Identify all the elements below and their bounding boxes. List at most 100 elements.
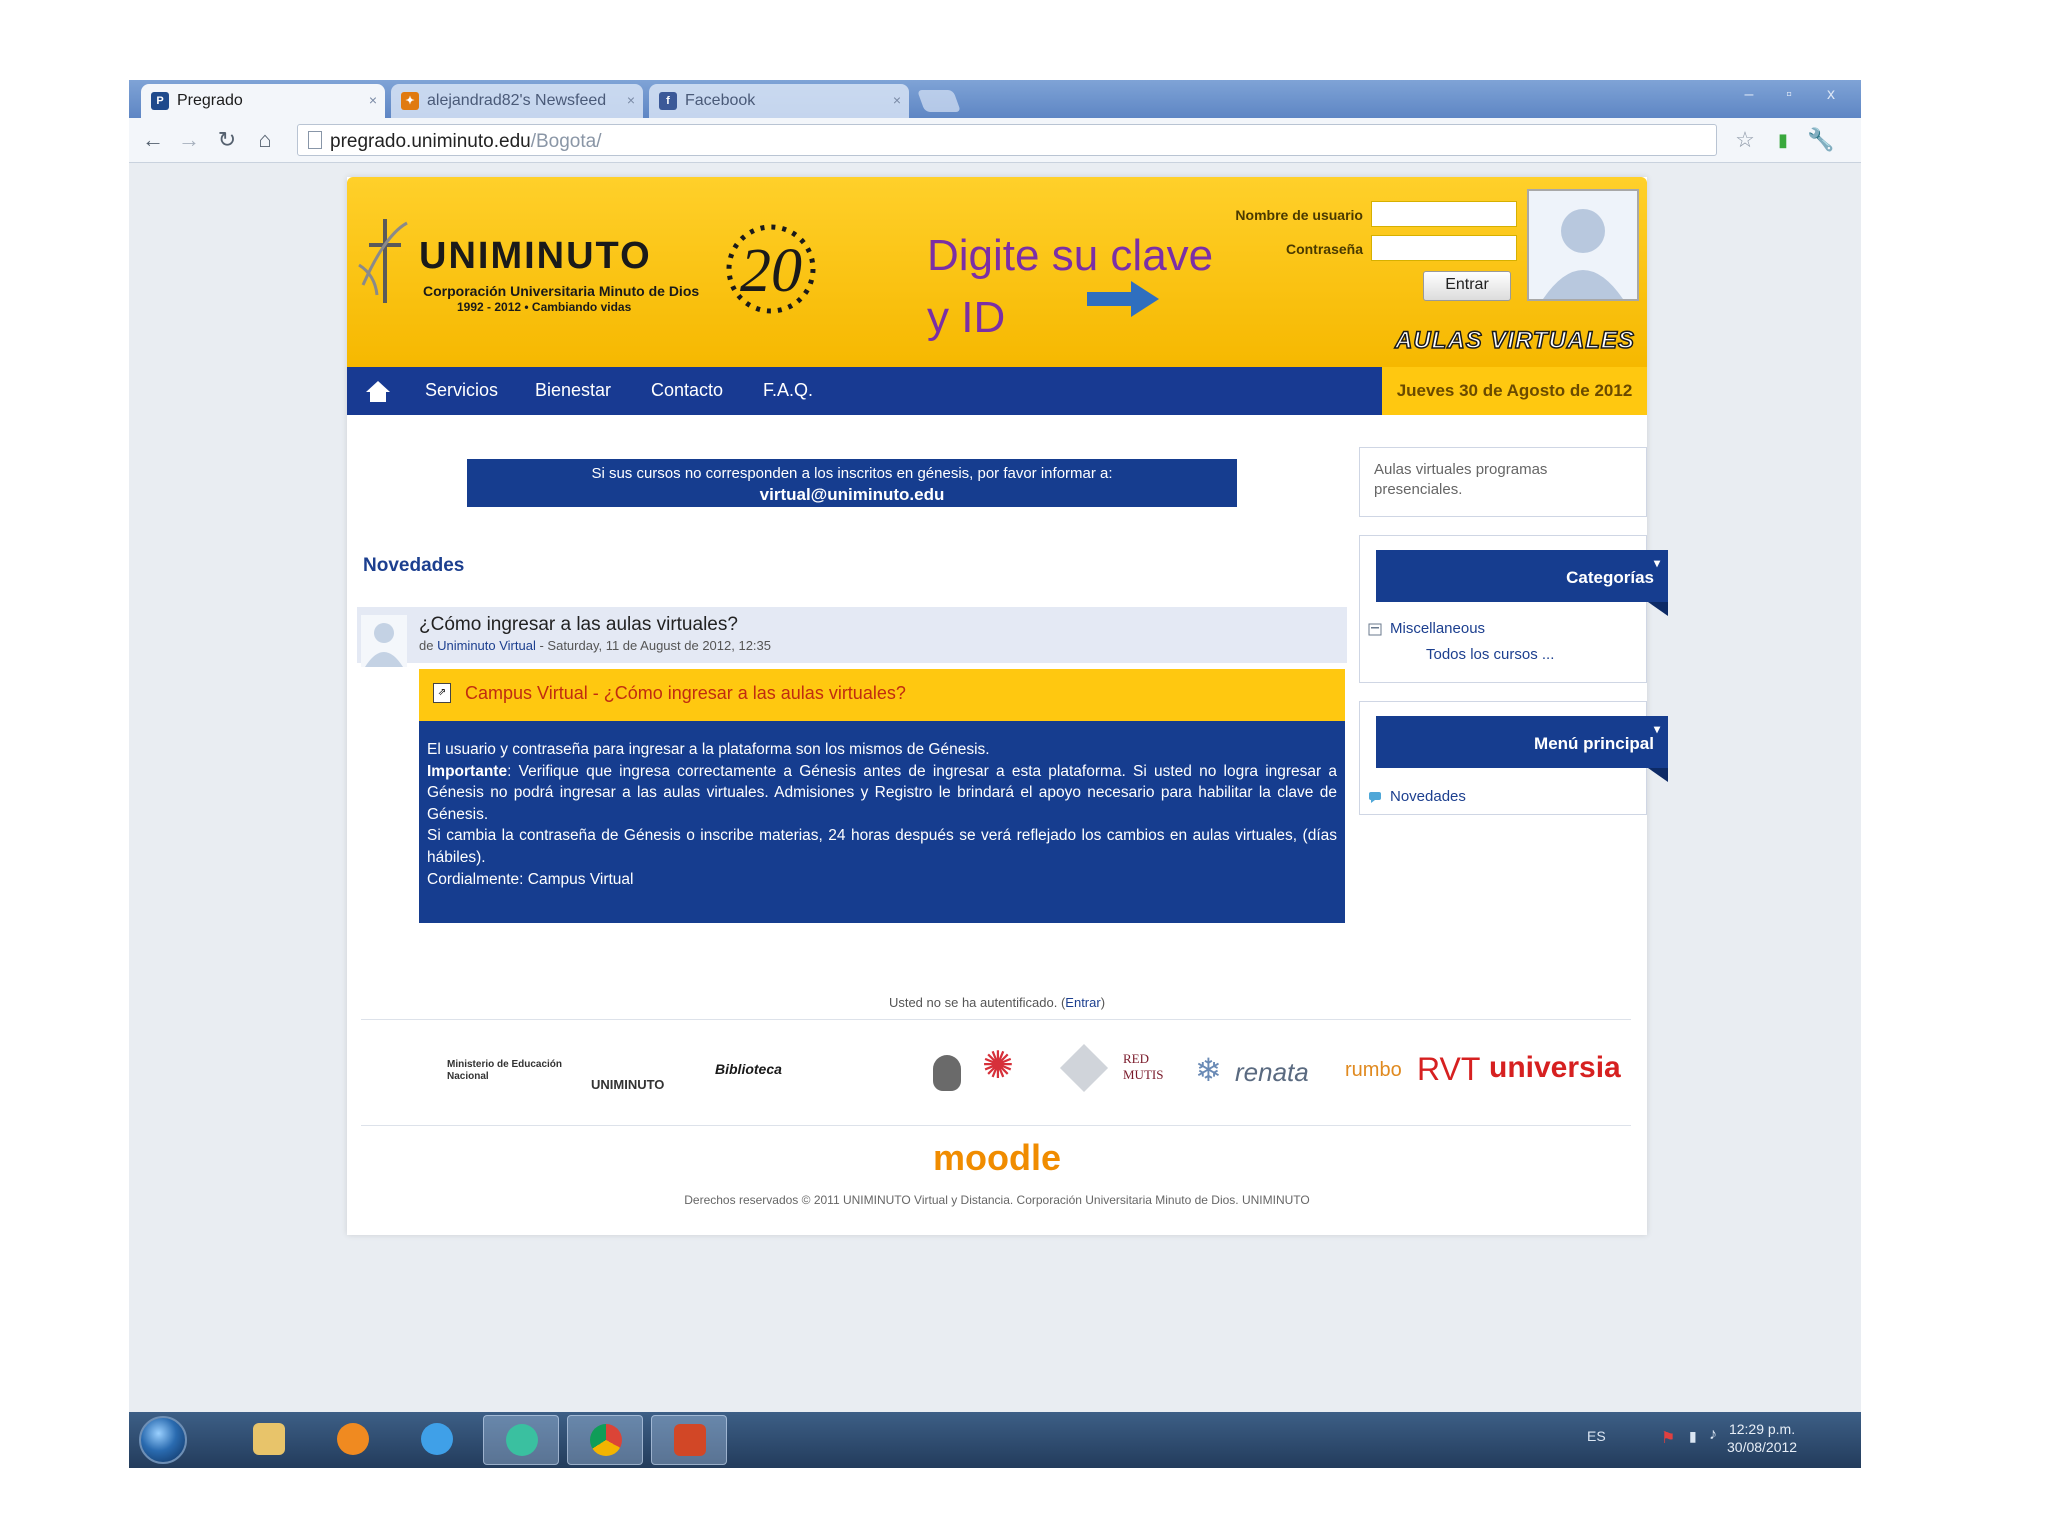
star-logo-icon[interactable]: ✺ (982, 1043, 1014, 1088)
collapse-caret-icon[interactable]: ▾ (1654, 556, 1660, 570)
nav-contacto[interactable]: Contacto (651, 380, 723, 401)
anniversary-20-logo: 20 (726, 224, 816, 314)
post-body: El usuario y contraseña para ingresar a … (419, 721, 1345, 923)
forward-arrow-icon[interactable]: → (175, 126, 203, 154)
main-menu-block: Menú principal ▾ Novedades (1359, 701, 1668, 815)
tab-label: Facebook (685, 92, 756, 109)
wrench-menu-icon[interactable]: 🔧 (1807, 126, 1835, 154)
notice-text: Si sus cursos no corresponden a los insc… (591, 465, 1113, 482)
close-window-button[interactable]: x (1811, 84, 1851, 108)
home-icon[interactable]: ⌂ (251, 126, 279, 154)
site-header: UNIMINUTO Corporación Universitaria Minu… (347, 177, 1647, 367)
new-tab-button[interactable] (916, 90, 962, 112)
powerpoint-icon (674, 1424, 706, 1456)
logo-biblioteca[interactable]: Biblioteca (715, 1061, 782, 1077)
aulas-virtuales-logo[interactable]: Aulas Virtuales (1394, 326, 1635, 355)
close-tab-icon[interactable]: × (369, 92, 377, 108)
nav-servicios[interactable]: Servicios (425, 380, 498, 401)
username-label: Nombre de usuario (1235, 207, 1363, 223)
folder-icon (1368, 623, 1382, 636)
tab-facebook[interactable]: f Facebook × (649, 84, 909, 118)
logo-rvt[interactable]: RVT (1417, 1051, 1480, 1088)
main-navigation: Servicios Bienestar Contacto F.A.Q. Juev… (347, 367, 1647, 415)
logo-tagline: 1992 - 2012 • Cambiando vidas (457, 300, 632, 314)
password-label: Contraseña (1285, 241, 1363, 257)
logo-subtitle: Corporación Universitaria Minuto de Dios (423, 283, 700, 299)
taskbar-powerpoint[interactable] (651, 1415, 727, 1465)
close-tab-icon[interactable]: × (627, 92, 635, 108)
all-courses-link[interactable]: Todos los cursos ... (1426, 646, 1554, 663)
logo-rumbo[interactable]: rumbo (1345, 1059, 1402, 1082)
notice-email-link[interactable]: virtual@uniminuto.edu (467, 484, 1237, 505)
annotation-text: Digite su clave y ID (927, 225, 1213, 349)
post-author-link[interactable]: Uniminuto Virtual (437, 638, 536, 653)
crest-logo-icon[interactable] (933, 1055, 961, 1091)
password-field[interactable] (1371, 235, 1517, 261)
uniminuto-wordmark: UNIMINUTO (419, 235, 652, 277)
taskbar-chrome[interactable] (567, 1415, 643, 1465)
post-paragraph: Importante: Verifique que ingresa correc… (427, 762, 1337, 823)
main-menu-header[interactable]: Menú principal ▾ (1376, 716, 1668, 782)
taskbar-explorer[interactable] (231, 1415, 307, 1465)
snowflake-logo-icon: ❄ (1195, 1052, 1222, 1088)
post-paragraph: El usuario y contraseña para ingresar a … (427, 741, 990, 758)
windows-taskbar: ES ⚑ ▮ ♪ 12:29 p.m. 30/08/2012 (129, 1412, 1861, 1468)
browser-toolbar: ← → ↻ ⌂ pregrado.uniminuto.edu/Bogota/ ☆… (129, 118, 1861, 163)
signal-extension-icon[interactable]: ▮ (1769, 126, 1797, 154)
language-indicator[interactable]: ES (1587, 1428, 1606, 1444)
network-icon[interactable]: ▮ (1689, 1428, 1697, 1445)
web-page: UNIMINUTO Corporación Universitaria Minu… (347, 177, 1668, 1235)
taskbar-clock[interactable]: 12:29 p.m. 30/08/2012 (1727, 1420, 1797, 1456)
chrome-icon (590, 1424, 622, 1456)
tab-newsfeed[interactable]: ✦ alejandrad82's Newsfeed × (391, 84, 643, 118)
minimize-button[interactable]: – (1729, 84, 1769, 108)
pregrado-favicon-icon: P (151, 92, 169, 110)
login-link[interactable]: Entrar (1065, 995, 1100, 1010)
login-button[interactable]: Entrar (1423, 271, 1511, 301)
post-title: ¿Cómo ingresar a las aulas virtuales? (419, 614, 738, 635)
volume-icon[interactable]: ♪ (1709, 1426, 1717, 1444)
copyright-text: Derechos reservados © 2011 UNIMINUTO Vir… (684, 1193, 1310, 1207)
shield-logo-icon[interactable] (1059, 1043, 1109, 1093)
address-bar[interactable]: pregrado.uniminuto.edu/Bogota/ (297, 124, 1717, 156)
logo-ministerio[interactable]: Ministerio de Educación Nacional (447, 1059, 575, 1083)
restore-button[interactable]: ▫ (1769, 84, 1809, 108)
annotation-line: y ID (927, 293, 1006, 342)
logo-red-mutis[interactable]: RED MUTIS (1123, 1051, 1183, 1083)
aulas-virtuales-box: Aulas virtuales programas presenciales. (1359, 447, 1647, 517)
taskbar-app[interactable] (483, 1415, 559, 1465)
internet-explorer-icon (421, 1423, 453, 1455)
menu-novedades-link[interactable]: Novedades (1390, 788, 1466, 805)
url-text: pregrado.uniminuto.edu/Bogota/ (330, 131, 602, 152)
home-icon[interactable] (365, 379, 391, 403)
logo-uniminuto[interactable]: UNIMINUTO (591, 1077, 664, 1092)
post-author-avatar-icon (361, 615, 407, 667)
logo-universia[interactable]: universia (1489, 1051, 1621, 1085)
nav-faq[interactable]: F.A.Q. (763, 380, 813, 401)
collapse-caret-icon[interactable]: ▾ (1654, 722, 1660, 736)
categories-block: Categorías ▾ Miscellaneous Todos los cur… (1359, 535, 1668, 683)
flag-icon[interactable]: ⚑ (1661, 1428, 1675, 1448)
categories-header[interactable]: Categorías ▾ (1376, 550, 1668, 616)
close-tab-icon[interactable]: × (893, 92, 901, 108)
nav-bienestar[interactable]: Bienestar (535, 380, 611, 401)
taskbar-media-player[interactable] (315, 1415, 391, 1465)
start-button[interactable] (139, 1416, 187, 1464)
taskbar-internet-explorer[interactable] (399, 1415, 475, 1465)
screenshot-frame: P Pregrado × ✦ alejandrad82's Newsfeed ×… (129, 80, 1861, 1468)
category-miscellaneous-link[interactable]: Miscellaneous (1390, 620, 1485, 637)
post-paragraph: Si cambia la contraseña de Génesis o ins… (427, 827, 1337, 866)
moodle-logo[interactable]: moodle (347, 1137, 1647, 1179)
facebook-favicon-icon: f (659, 92, 677, 110)
logo-renata[interactable]: renata (1235, 1057, 1309, 1088)
bookmark-star-icon[interactable]: ☆ (1731, 126, 1759, 154)
media-player-icon (337, 1423, 369, 1455)
system-tray: ES ⚑ ▮ ♪ 12:29 p.m. 30/08/2012 (1559, 1412, 1861, 1468)
tab-pregrado[interactable]: P Pregrado × (141, 84, 385, 118)
back-arrow-icon[interactable]: ← (139, 126, 167, 154)
reload-icon[interactable]: ↻ (213, 126, 241, 154)
username-field[interactable] (1371, 201, 1517, 227)
divider (361, 1125, 1631, 1126)
divider (361, 1019, 1631, 1020)
browser-tab-strip: P Pregrado × ✦ alejandrad82's Newsfeed ×… (129, 80, 1861, 118)
